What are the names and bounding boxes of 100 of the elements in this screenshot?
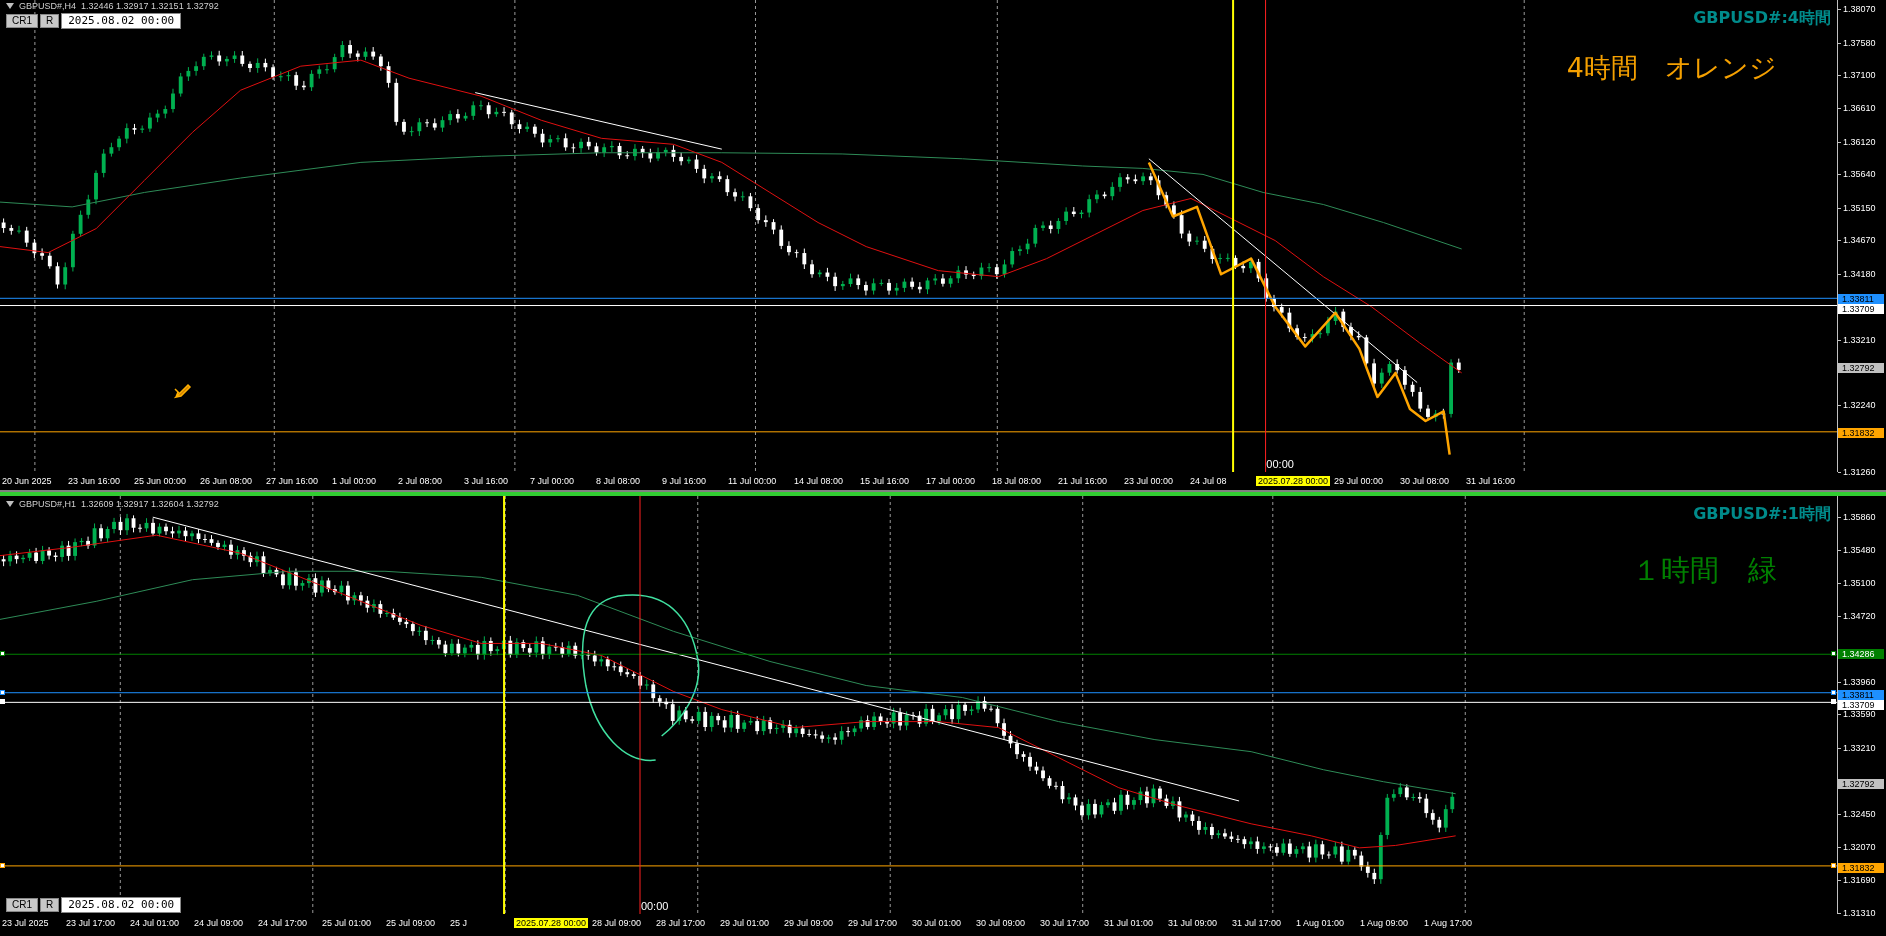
toolbar-button[interactable]: CR1 [6,898,38,912]
price-marker-label: 1.33709 [1838,700,1884,711]
time-axis-label: 14 Jul 08:00 [794,476,845,486]
time-axis-label: 29 Jul 01:00 [720,918,771,928]
price-axis-label: 1.35100 [1843,577,1876,588]
price-marker-label: 1.33811 [1838,690,1884,701]
time-axis-label: 31 Jul 16:00 [1466,476,1517,486]
line-handle[interactable] [0,862,5,868]
price-axis-label: 1.38070 [1843,4,1876,15]
time-axis-label: 30 Jul 01:00 [912,918,963,928]
chart-title: GBPUSD#:4時間 [1693,8,1831,29]
dropdown-triangle-icon[interactable] [6,3,14,9]
price-marker-label: 1.33811 [1838,293,1884,304]
ohlc-values: 1.32609 1.32917 1.32604 1.32792 [81,499,219,509]
time-axis-label: 24 Jul 01:00 [130,918,181,928]
time-axis-label: 28 Jul 09:00 [592,918,643,928]
price-axis-label: 1.31310 [1843,908,1876,918]
date-field[interactable]: 2025.08.02 00:00 [61,897,182,913]
price-axis-label: 1.35480 [1843,544,1876,555]
time-axis-label: 25 Jun 00:00 [134,476,188,486]
price-axis-label: 1.31690 [1843,874,1876,885]
chart-title: GBPUSD#:1時間 [1693,504,1831,525]
time-axis-label: 30 Jul 09:00 [976,918,1027,928]
time-axis-label: 27 Jun 16:00 [266,476,320,486]
price-axis-label: 1.31260 [1843,467,1876,477]
line-handle[interactable] [0,651,5,657]
price-axis-label: 1.37100 [1843,70,1876,81]
time-axis-label: 1 Aug 01:00 [1296,918,1346,928]
price-axis-label: 1.32240 [1843,400,1876,411]
price-marker-label: 1.31832 [1838,428,1884,439]
time-axis-label: 29 Jul 00:00 [1334,476,1385,486]
time-marker-label: 2025.07.28 00:00 [1256,476,1331,486]
time-axis-label: 23 Jul 2025 [2,918,50,928]
toolbar-button[interactable]: R [40,898,60,912]
time-axis-label: 24 Jul 17:00 [258,918,309,928]
time-axis-label: 21 Jul 16:00 [1058,476,1109,486]
time-axis-label: 17 Jul 00:00 [926,476,977,486]
time-axis-label: 24 Jul 08 [1190,476,1228,486]
time-axis-label: 24 Jul 09:00 [194,918,245,928]
price-marker-label: 1.33709 [1838,303,1884,314]
time-axis-label: 3 Jul 16:00 [464,476,510,486]
time-axis-label: 29 Jul 09:00 [784,918,835,928]
time-axis-label: 23 Jul 00:00 [1124,476,1175,486]
toolbar-button[interactable]: CR1 [6,14,38,28]
time-axis-label: 11 Jul 00:00 [728,476,778,486]
time-marker-label: 2025.07.28 00:00 [514,918,589,928]
time-axis-label: 1 Aug 09:00 [1360,918,1410,928]
toolbar-button[interactable]: R [40,14,60,28]
time-axis-label: 15 Jul 16:00 [860,476,911,486]
time-axis-label: 1 Jul 00:00 [332,476,378,486]
time-axis-label: 28 Jul 17:00 [656,918,707,928]
time-axis-label: 23 Jul 17:00 [66,918,117,928]
price-axis-label: 1.33210 [1843,334,1876,345]
crosshair-time-label: 00:00 [1266,458,1294,470]
price-axis-label: 1.33210 [1843,742,1876,753]
price-axis-label: 1.34180 [1843,268,1876,279]
symbol-label: GBPUSD#,H1 [19,499,77,509]
ohlc-values: 1.32446 1.32917 1.32151 1.32792 [81,1,219,11]
price-axis-label: 1.34670 [1843,235,1876,246]
time-axis-label: 20 Jun 2025 [2,476,53,486]
time-axis-label: 8 Jul 08:00 [596,476,642,486]
line-handle[interactable] [1831,651,1836,657]
time-axis-label: 2 Jul 08:00 [398,476,444,486]
time-axis-label: 18 Jul 08:00 [992,476,1043,486]
symbol-label: GBPUSD#,H4 [19,1,77,11]
time-axis-label: 30 Jul 08:00 [1400,476,1451,486]
time-axis-label: 31 Jul 09:00 [1168,918,1219,928]
price-axis-label: 1.35640 [1843,169,1876,180]
price-axis-label: 1.35150 [1843,202,1876,213]
price-axis-label: 1.32070 [1843,841,1876,852]
time-axis-label: 7 Jul 00:00 [530,476,576,486]
time-axis-label: 9 Jul 16:00 [662,476,708,486]
date-field[interactable]: 2025.08.02 00:00 [61,13,182,29]
price-axis-label: 1.35860 [1843,511,1876,522]
time-axis-label: 31 Jul 01:00 [1104,918,1155,928]
time-axis-label: 1 Aug 17:00 [1424,918,1474,928]
time-axis-label: 25 Jul 01:00 [322,918,373,928]
price-marker-label: 1.31832 [1838,862,1884,873]
pencil-icon [174,383,192,399]
time-axis-label: 26 Jun 08:00 [200,476,254,486]
time-axis-label: 25 Jul 09:00 [386,918,437,928]
price-marker-label: 1.34286 [1838,648,1884,659]
chart-note: １時間 緑 [1632,552,1777,589]
price-axis-label: 1.33590 [1843,709,1876,720]
price-marker-label: 1.32792 [1838,362,1884,373]
price-axis-label: 1.37580 [1843,37,1876,48]
price-axis-label: 1.36120 [1843,136,1876,147]
price-axis-label: 1.33960 [1843,677,1876,688]
line-handle[interactable] [1831,862,1836,868]
price-marker-label: 1.32792 [1838,778,1884,789]
time-axis-label: 23 Jun 16:00 [68,476,122,486]
time-axis-label: 31 Jul 17:00 [1232,918,1283,928]
dropdown-triangle-icon[interactable] [6,501,14,507]
price-axis-label: 1.34720 [1843,611,1876,621]
chart-note: 4時間 オレンジ [1566,51,1777,85]
crosshair-time-label: 00:00 [640,900,669,912]
time-axis-label: 25 J [450,918,468,928]
time-axis-label: 30 Jul 17:00 [1040,918,1091,928]
time-axis-label: 29 Jul 17:00 [848,918,899,928]
price-axis-label: 1.36610 [1843,103,1876,114]
